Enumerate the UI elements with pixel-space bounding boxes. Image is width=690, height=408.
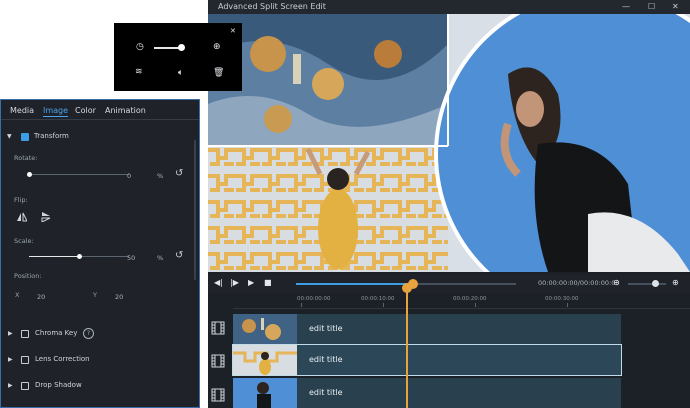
playhead[interactable] [406,289,408,408]
close-icon[interactable]: ✕ [230,27,236,35]
timecode: 00:00:00:00/00:00:00:00 [538,279,620,287]
position-x-input[interactable]: 20 [37,293,45,301]
scale-slider[interactable] [29,254,129,259]
tab-divider [1,119,199,120]
scale-slider-fill [29,256,79,257]
timeline-track-3[interactable]: edit title [233,378,621,408]
transform-label: Transform [34,132,69,140]
tab-image[interactable]: Image [43,106,69,117]
ruler-tick-label: 00:00:20:00 [453,296,487,302]
lens-correction-checkbox[interactable] [21,356,29,364]
help-icon[interactable]: ? [83,328,94,339]
window-title: Advanced Split Screen Edit [218,2,326,11]
progress-fill [296,283,413,285]
rotate-unit: % [157,172,164,180]
chroma-key-checkbox[interactable] [21,330,29,338]
tab-media[interactable]: Media [10,106,34,115]
player-controls: ◀| |▶ ▶ ■ 00:00:00:00/00:00:00:00 ⊖ ⊕ [208,274,690,294]
reset-scale-icon[interactable]: ↺ [175,250,183,261]
drop-shadow-checkbox[interactable] [21,382,29,390]
ruler-tick-label: 00:00:00:00 [297,296,331,302]
timeline-ruler[interactable]: 00:00:00:00 00:00:10:00 00:00:20:00 00:0… [233,294,690,309]
flip-horizontal-icon[interactable] [17,212,27,222]
film-track-icon[interactable] [211,321,227,335]
play-icon[interactable]: ▶ [248,278,254,287]
clip-tool-popup: ◷ ⊕ ✕ ≋ 🔈︎ 🗑︎ [114,23,242,91]
scale-slider-handle[interactable] [77,254,82,259]
ruler-tick [475,303,476,307]
flip-label: Flip: [14,196,28,204]
maximize-button[interactable]: ☐ [648,2,655,11]
next-frame-icon[interactable]: |▶ [230,278,239,287]
speed-icon[interactable]: ≋ [135,67,143,77]
ruler-tick-label: 00:00:10:00 [361,296,395,302]
editor-window: Advanced Split Screen Edit — ☐ ✕ ◀| |▶ ▶… [208,0,690,408]
delete-icon[interactable]: 🗑︎ [213,68,224,78]
add-icon[interactable]: ⊕ [213,42,221,52]
scale-unit: % [157,254,164,262]
minimize-button[interactable]: — [622,2,630,11]
scale-value[interactable]: 50 [127,254,135,262]
position-label: Position: [14,272,42,280]
timeline-track-1[interactable]: edit title [233,314,621,344]
clip-thumbnail [233,314,297,344]
position-y-input[interactable]: 20 [115,293,123,301]
clip-title[interactable]: edit title [309,355,343,364]
zoom-out-icon[interactable]: ⊖ [613,278,620,287]
tab-animation[interactable]: Animation [105,106,146,115]
close-button[interactable]: ✕ [672,2,679,11]
clip-thumbnail [233,345,297,375]
timeline-track-2[interactable]: edit title [232,344,622,376]
expand-triangle-icon[interactable]: ▶ [8,356,13,363]
properties-panel: Media Image Color Animation ▼ Transform … [0,99,200,408]
stop-icon[interactable]: ■ [264,278,272,287]
ruler-tick [567,303,568,307]
position-y-label: Y [93,291,97,299]
timer-icon[interactable]: ◷ [136,42,144,52]
ruler-tick-label: 00:00:30:00 [545,296,579,302]
lens-correction-label: Lens Correction [35,355,90,363]
zoom-in-icon[interactable]: ⊕ [672,278,679,287]
film-track-icon[interactable] [211,354,227,368]
title-bar: Advanced Split Screen Edit — ☐ ✕ [208,0,690,14]
reset-rotate-icon[interactable]: ↺ [175,168,183,179]
rotate-slider[interactable] [27,172,129,177]
chroma-key-label: Chroma Key [35,329,78,337]
zoom-slider[interactable] [628,280,666,287]
zoom-handle[interactable] [651,280,659,287]
drop-shadow-label: Drop Shadow [35,381,82,389]
flip-vertical-icon[interactable] [41,212,51,222]
position-x-label: X [15,291,20,299]
transform-checkbox[interactable] [21,133,29,141]
rotate-slider-handle[interactable] [27,172,32,177]
scale-label: Scale: [14,237,34,245]
split-screen-preview-image [208,14,690,272]
popup-slider[interactable] [154,47,180,49]
preview-canvas[interactable] [208,14,690,272]
clip-title[interactable]: edit title [309,324,343,333]
expand-triangle-icon[interactable]: ▶ [8,382,13,389]
film-track-icon[interactable] [211,388,227,402]
ruler-tick [301,303,302,307]
rotate-value[interactable]: 0 [127,172,131,180]
popup-slider-handle[interactable] [178,44,185,51]
panel-scrollbar[interactable] [194,140,196,280]
ruler-tick [383,303,384,307]
clip-thumbnail [233,378,297,408]
prev-frame-icon[interactable]: ◀| [214,278,223,287]
collapse-triangle-icon[interactable]: ▼ [7,133,12,140]
expand-triangle-icon[interactable]: ▶ [8,330,13,337]
clip-title[interactable]: edit title [309,388,343,397]
volume-icon[interactable]: 🔈︎ [178,68,183,78]
tab-color[interactable]: Color [75,106,96,115]
rotate-label: Rotate: [14,154,38,162]
